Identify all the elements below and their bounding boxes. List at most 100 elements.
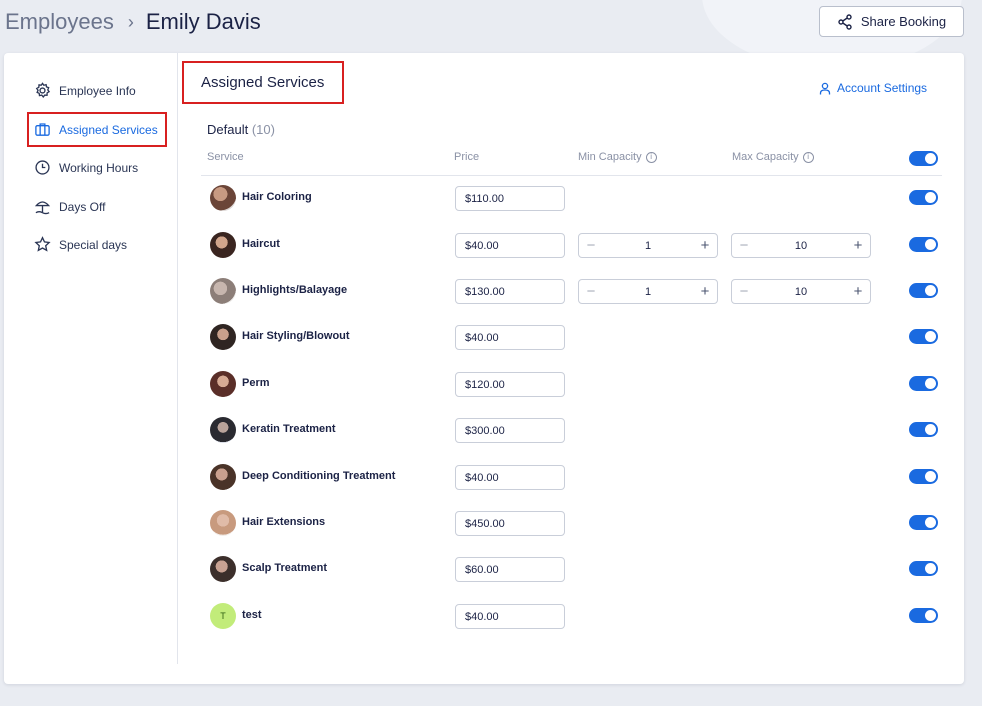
- avatar: [210, 278, 236, 304]
- account-settings-label: Account Settings: [837, 81, 928, 95]
- table-row: Keratin Treatment: [4, 410, 964, 450]
- group-title: Default (10): [207, 122, 275, 137]
- group-count: (10): [251, 122, 275, 137]
- column-header-price: Price: [454, 151, 479, 163]
- table-row: Hair Coloring: [4, 178, 964, 218]
- plus-icon[interactable]: +: [698, 284, 712, 299]
- minus-icon[interactable]: −: [584, 238, 598, 253]
- table-row: Ttest: [4, 596, 964, 636]
- table-row: Highlights/Balayage − 1 + − 10 +: [4, 271, 964, 311]
- service-name: test: [242, 609, 262, 621]
- service-enabled-toggle[interactable]: [909, 422, 938, 437]
- price-input[interactable]: [455, 511, 565, 536]
- service-name: Perm: [242, 377, 270, 389]
- service-enabled-toggle[interactable]: [909, 515, 938, 530]
- minus-icon[interactable]: −: [737, 284, 751, 299]
- page-title: Emily Davis: [145, 9, 261, 34]
- column-header-label: Max Capacity: [732, 151, 799, 163]
- breadcrumb-employees[interactable]: Employees: [5, 9, 114, 35]
- section-title-text: Assigned Services: [201, 74, 325, 91]
- group-name: Default: [207, 122, 249, 137]
- service-name: Scalp Treatment: [242, 562, 327, 574]
- briefcase-icon: [35, 123, 50, 136]
- account-settings-link[interactable]: Account Settings: [819, 81, 927, 95]
- plus-icon[interactable]: +: [698, 238, 712, 253]
- price-input[interactable]: [455, 465, 565, 490]
- column-header-label: Min Capacity: [578, 151, 642, 163]
- avatar: [210, 556, 236, 582]
- avatar: [210, 324, 236, 350]
- service-name: Highlights/Balayage: [242, 284, 348, 296]
- section-title: Assigned Services: [182, 61, 344, 104]
- breadcrumb: Employees › Emily Davis: [5, 8, 261, 36]
- column-header-service: Service: [207, 151, 244, 163]
- service-name: Hair Extensions: [242, 516, 326, 528]
- price-input[interactable]: [455, 372, 565, 397]
- avatar: T: [210, 603, 236, 629]
- price-input[interactable]: [455, 186, 565, 211]
- sidebar-item-label: Working Hours: [59, 160, 139, 175]
- service-enabled-toggle[interactable]: [909, 376, 938, 391]
- price-input[interactable]: [455, 557, 565, 582]
- service-name: Hair Coloring: [242, 191, 312, 203]
- sidebar-item-assigned-services[interactable]: Assigned Services: [27, 112, 167, 147]
- gear-icon: [35, 82, 51, 98]
- service-enabled-toggle[interactable]: [909, 283, 938, 298]
- column-header-min-capacity: Min Capacity i: [578, 151, 657, 163]
- stepper-value[interactable]: 10: [795, 286, 807, 298]
- select-all-toggle[interactable]: [909, 151, 938, 166]
- stepper-value[interactable]: 10: [795, 240, 807, 252]
- plus-icon[interactable]: +: [851, 284, 865, 299]
- avatar: [210, 185, 236, 211]
- sidebar-item-label: Employee Info: [59, 83, 136, 98]
- share-booking-button[interactable]: Share Booking: [819, 6, 964, 37]
- min-capacity-stepper[interactable]: − 1 +: [578, 279, 718, 304]
- column-header-max-capacity: Max Capacity i: [732, 151, 814, 163]
- header-divider: [201, 175, 942, 176]
- table-row: Haircut − 1 + − 10 +: [4, 225, 964, 265]
- table-row: Perm: [4, 364, 964, 404]
- service-enabled-toggle[interactable]: [909, 329, 938, 344]
- avatar: [210, 464, 236, 490]
- service-enabled-toggle[interactable]: [909, 237, 938, 252]
- info-icon[interactable]: i: [802, 151, 814, 163]
- minus-icon[interactable]: −: [737, 238, 751, 253]
- stepper-value[interactable]: 1: [645, 286, 651, 298]
- avatar: [210, 417, 236, 443]
- table-row: Deep Conditioning Treatment: [4, 457, 964, 497]
- breadcrumb-separator: ›: [127, 11, 134, 32]
- info-icon[interactable]: i: [645, 151, 657, 163]
- service-name: Deep Conditioning Treatment: [242, 470, 396, 482]
- column-header-label: Price: [454, 151, 480, 163]
- sidebar-item-label: Assigned Services: [59, 122, 158, 137]
- content-card: Employee Info Assigned Services Working …: [4, 53, 964, 684]
- price-input[interactable]: [455, 418, 565, 443]
- max-capacity-stepper[interactable]: − 10 +: [731, 279, 871, 304]
- avatar: [210, 232, 236, 258]
- plus-icon[interactable]: +: [851, 238, 865, 253]
- sidebar-item-employee-info[interactable]: Employee Info: [28, 73, 136, 108]
- service-enabled-toggle[interactable]: [909, 469, 938, 484]
- price-input[interactable]: [455, 279, 565, 304]
- service-enabled-toggle[interactable]: [909, 608, 938, 623]
- service-name: Keratin Treatment: [242, 423, 336, 435]
- share-icon: [838, 13, 852, 30]
- min-capacity-stepper[interactable]: − 1 +: [578, 233, 718, 258]
- stepper-value[interactable]: 1: [645, 240, 651, 252]
- minus-icon[interactable]: −: [584, 284, 598, 299]
- service-enabled-toggle[interactable]: [909, 561, 938, 576]
- avatar: [210, 371, 236, 397]
- price-input[interactable]: [455, 325, 565, 350]
- service-enabled-toggle[interactable]: [909, 190, 938, 205]
- price-input[interactable]: [455, 233, 565, 258]
- max-capacity-stepper[interactable]: − 10 +: [731, 233, 871, 258]
- avatar: [210, 510, 236, 536]
- table-row: Hair Extensions: [4, 503, 964, 543]
- table-row: Scalp Treatment: [4, 549, 964, 589]
- share-booking-label: Share Booking: [860, 14, 947, 29]
- price-input[interactable]: [455, 604, 565, 629]
- user-icon: [819, 82, 831, 94]
- service-name: Haircut: [242, 238, 280, 250]
- service-name: Hair Styling/Blowout: [242, 330, 350, 342]
- clock-icon: [35, 160, 50, 175]
